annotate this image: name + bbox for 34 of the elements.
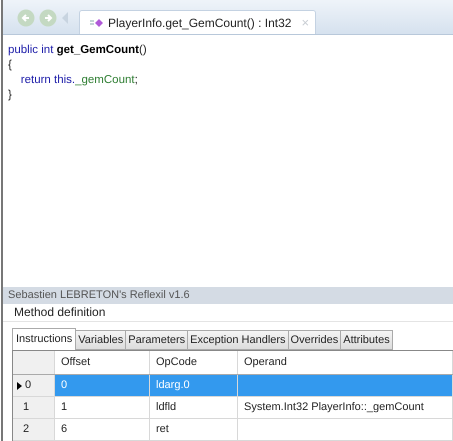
table-cell: ldarg.0 (150, 375, 238, 396)
column-header: Offset (55, 351, 150, 374)
row-number: 2 (22, 422, 30, 437)
current-row-icon (17, 382, 22, 390)
tab[interactable]: Instructions (12, 328, 76, 350)
column-header: Operand (238, 351, 453, 374)
table-cell: 0 (55, 375, 150, 396)
back-button[interactable] (17, 9, 35, 27)
forward-button[interactable] (39, 9, 57, 27)
code-line: return this._gemCount; (20, 73, 139, 88)
code-line: { (8, 58, 13, 73)
document-tab[interactable]: PlayerInfo.get_GemCount() : Int32 × (79, 10, 316, 34)
tab[interactable]: Variables (76, 330, 126, 350)
tab[interactable]: Overrides (288, 330, 342, 350)
table-cell: System.Int32 PlayerInfo::_gemCount (238, 397, 453, 418)
column-header: OpCode (150, 351, 238, 374)
table-cell: 6 (55, 419, 150, 440)
table-cell: 1 (55, 397, 150, 418)
code-line: public int get_GemCount() (8, 43, 148, 58)
row-number: 0 (25, 378, 32, 393)
table-cell: ret (150, 419, 238, 440)
code-line: } (8, 88, 13, 103)
section-label: Method definition (3, 304, 453, 322)
table-row[interactable]: 2 6 ret (13, 419, 453, 441)
table-cell: ldfld (150, 397, 238, 418)
table-row[interactable]: 0 0 ldarg.0 (13, 375, 453, 397)
tab[interactable]: Parameters (126, 330, 188, 350)
tab[interactable]: Attributes (341, 330, 393, 350)
tab[interactable]: Exception Handlers (188, 330, 289, 350)
history-button[interactable] (61, 11, 69, 25)
row-number: 1 (22, 400, 30, 415)
panel-title: Sebastien LEBRETON's Reflexil v1.6 (3, 287, 453, 304)
table-row[interactable]: 1 1 ldfld System.Int32 PlayerInfo::_gemCount (13, 397, 453, 419)
method-icon (90, 18, 104, 28)
